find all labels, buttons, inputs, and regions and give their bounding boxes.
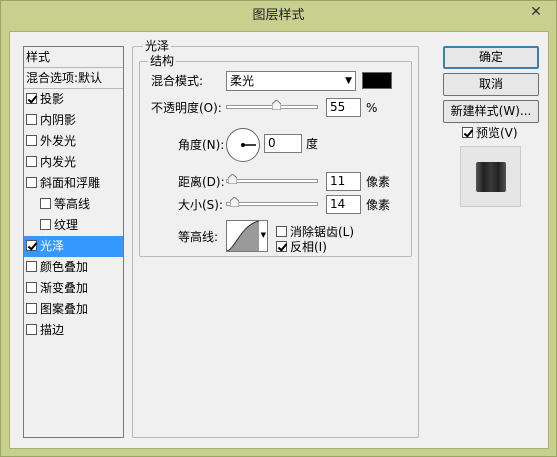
style-item-label: 样式 [26, 50, 51, 64]
styles-list: 样式混合选项:默认投影内阴影外发光内发光斜面和浮雕等高线纹理光泽颜色叠加渐变叠加… [23, 46, 124, 438]
contour-curve-icon [227, 221, 259, 251]
antialias-checkbox[interactable]: 消除锯齿(L) [276, 225, 354, 239]
style-list-item[interactable]: 光泽 [24, 236, 123, 257]
antialias-checkbox-box[interactable] [276, 226, 287, 237]
size-unit: 像素 [366, 198, 391, 212]
color-swatch[interactable] [362, 72, 392, 89]
distance-unit: 像素 [366, 175, 391, 189]
style-item-label: 等高线 [54, 197, 91, 211]
style-list-item[interactable]: 样式 [24, 47, 123, 68]
style-item-checkbox[interactable] [26, 240, 37, 251]
style-item-checkbox[interactable] [40, 198, 51, 209]
style-item-label: 外发光 [40, 134, 77, 148]
dialog-client-area: 样式 混合选项:默认 投影 内阴影 外发光 内发光 斜面和浮雕 等高线 纹理 光泽 颜色叠加 渐变叠加… [9, 31, 549, 449]
layer-style-dialog: 图层样式 ✕ 样式 混合选项:默认 投影 内阴影 外发光 内发光 斜面和浮雕 等高线 纹理 光泽颜… [0, 0, 557, 457]
distance-slider-track[interactable] [226, 179, 318, 183]
invert-label: 反相(I) [290, 240, 327, 254]
preview-label: 预览(V) [476, 126, 518, 140]
style-list-item[interactable]: 等高线 [24, 194, 123, 215]
style-list-item[interactable]: 渐变叠加 [24, 278, 123, 299]
style-item-checkbox[interactable] [26, 261, 37, 272]
size-label: 大小(S): [178, 198, 224, 212]
style-item-label: 内发光 [40, 155, 77, 169]
style-list-item[interactable]: 斜面和浮雕 [24, 173, 123, 194]
blend-mode-select[interactable]: 柔光 ▼ [226, 71, 356, 91]
structure-group-title: 结构 [148, 54, 177, 68]
style-list-item[interactable]: 投影 [24, 89, 123, 110]
opacity-slider-thumb[interactable] [272, 100, 282, 110]
angle-dial[interactable] [226, 128, 260, 162]
opacity-unit: % [366, 101, 378, 115]
style-item-checkbox[interactable] [26, 93, 37, 104]
style-list-item[interactable]: 内发光 [24, 152, 123, 173]
style-list-item[interactable]: 纹理 [24, 215, 123, 236]
angle-needle-icon [241, 143, 256, 147]
preview-checkbox[interactable]: 预览(V) [462, 126, 518, 140]
style-item-label: 光泽 [40, 239, 65, 253]
style-list-item[interactable]: 图案叠加 [24, 299, 123, 320]
opacity-input[interactable]: 55 [326, 98, 361, 117]
angle-unit: 度 [306, 137, 319, 151]
angle-label: 角度(N): [178, 138, 225, 152]
style-item-label: 斜面和浮雕 [40, 176, 101, 190]
distance-input[interactable]: 11 [326, 172, 361, 191]
chevron-down-icon: ▼ [345, 76, 352, 86]
style-item-label: 纹理 [54, 218, 79, 232]
chevron-down-icon: ▼ [260, 231, 266, 239]
style-item-label: 渐变叠加 [40, 281, 89, 295]
distance-label: 距离(D): [178, 175, 225, 189]
ok-button[interactable]: 确定 [443, 46, 539, 69]
blend-mode-label: 混合模式: [151, 74, 204, 88]
style-item-checkbox[interactable] [26, 135, 37, 146]
size-slider-thumb[interactable] [230, 197, 239, 207]
style-list-item[interactable]: 描边 [24, 320, 123, 341]
size-input[interactable]: 14 [326, 195, 361, 214]
size-slider-track[interactable] [226, 202, 318, 206]
preview-checkbox-box[interactable] [462, 127, 473, 138]
blend-mode-value: 柔光 [230, 74, 255, 88]
style-item-checkbox[interactable] [26, 156, 37, 167]
antialias-label: 消除锯齿(L) [290, 225, 355, 239]
contour-label: 等高线: [178, 230, 219, 244]
preview-thumbnail [460, 146, 521, 207]
close-button[interactable]: ✕ [522, 2, 550, 22]
style-item-label: 内阴影 [40, 113, 77, 127]
style-item-label: 图案叠加 [40, 302, 89, 316]
style-item-label: 描边 [40, 323, 65, 337]
style-list-item[interactable]: 混合选项:默认 [24, 68, 123, 89]
invert-checkbox-box[interactable] [276, 241, 287, 252]
style-item-checkbox[interactable] [26, 114, 37, 125]
style-item-label: 混合选项:默认 [26, 71, 103, 85]
style-item-label: 投影 [40, 92, 65, 106]
style-item-checkbox[interactable] [26, 324, 37, 335]
distance-slider-thumb[interactable] [228, 174, 237, 184]
style-item-checkbox[interactable] [26, 177, 37, 188]
style-item-checkbox[interactable] [40, 219, 51, 230]
style-list-item[interactable]: 颜色叠加 [24, 257, 123, 278]
style-list-item[interactable]: 内阴影 [24, 110, 123, 131]
structure-group: 结构 混合模式: 柔光 ▼ 不透明度(O): 55 % 角度(N): 0 度 距… [139, 55, 412, 257]
style-item-checkbox[interactable] [26, 282, 37, 293]
invert-checkbox[interactable]: 反相(I) [276, 240, 327, 254]
cancel-button[interactable]: 取消 [443, 73, 539, 96]
opacity-label: 不透明度(O): [151, 101, 222, 115]
preview-swatch [476, 162, 506, 192]
new-style-button[interactable]: 新建样式(W)... [443, 100, 539, 123]
contour-picker[interactable]: ▼ [226, 220, 268, 252]
style-list-item[interactable]: 外发光 [24, 131, 123, 152]
dialog-title: 图层样式 [252, 8, 305, 23]
style-item-label: 颜色叠加 [40, 260, 89, 274]
angle-input[interactable]: 0 [264, 134, 302, 153]
satin-group: 光泽 结构 混合模式: 柔光 ▼ 不透明度(O): 55 % 角度(N): 0 … [132, 40, 419, 438]
satin-group-title: 光泽 [143, 39, 172, 53]
style-item-checkbox[interactable] [26, 303, 37, 314]
